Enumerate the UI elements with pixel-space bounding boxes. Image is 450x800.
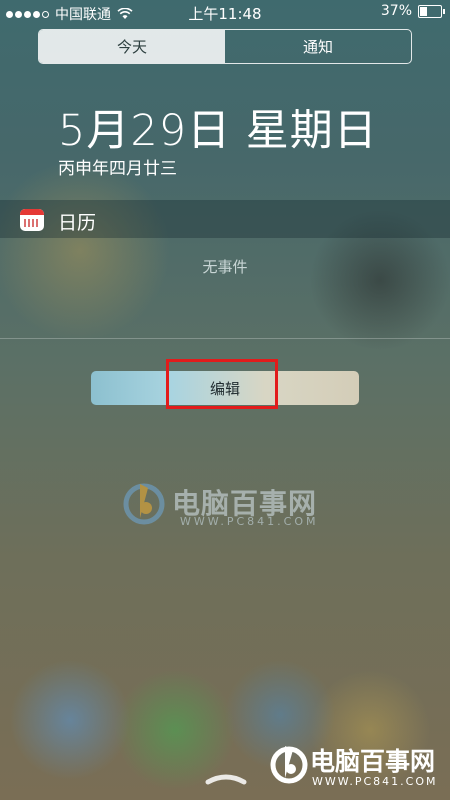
pc841-logo-icon — [123, 483, 165, 525]
grabber-handle-icon[interactable] — [204, 770, 248, 786]
divider — [0, 338, 450, 339]
battery-percent: 37% — [380, 3, 412, 19]
watermark-center: 电脑百事网 WWW.PC841.COM — [120, 478, 350, 538]
highlight-box — [166, 359, 278, 409]
watermark-url: WWW.PC841.COM — [180, 515, 319, 528]
no-events-label: 无事件 — [202, 258, 248, 276]
date-heading: 5月29日 星期日 — [58, 106, 378, 156]
calendar-icon — [20, 209, 44, 231]
tab-notifications[interactable]: 通知 — [225, 30, 411, 63]
calendar-widget-header[interactable]: 日历 — [0, 200, 450, 238]
status-bar: 中国联通 上午11:48 37% — [0, 0, 450, 24]
tab-today[interactable]: 今天 — [39, 30, 225, 63]
battery-icon — [418, 4, 445, 18]
status-right: 37% — [380, 3, 445, 19]
lunar-date: 丙申年四月廿三 — [58, 159, 177, 179]
calendar-widget-title: 日历 — [58, 212, 97, 234]
today-notifications-segmented-control: 今天 通知 — [38, 29, 412, 64]
watermark-corner-name: 电脑百事网 — [310, 747, 436, 776]
pc841-logo-icon — [270, 746, 308, 784]
watermark-corner: 电脑百事网 WWW.PC841.COM — [268, 740, 448, 796]
watermark-corner-url: WWW.PC841.COM — [312, 775, 438, 788]
